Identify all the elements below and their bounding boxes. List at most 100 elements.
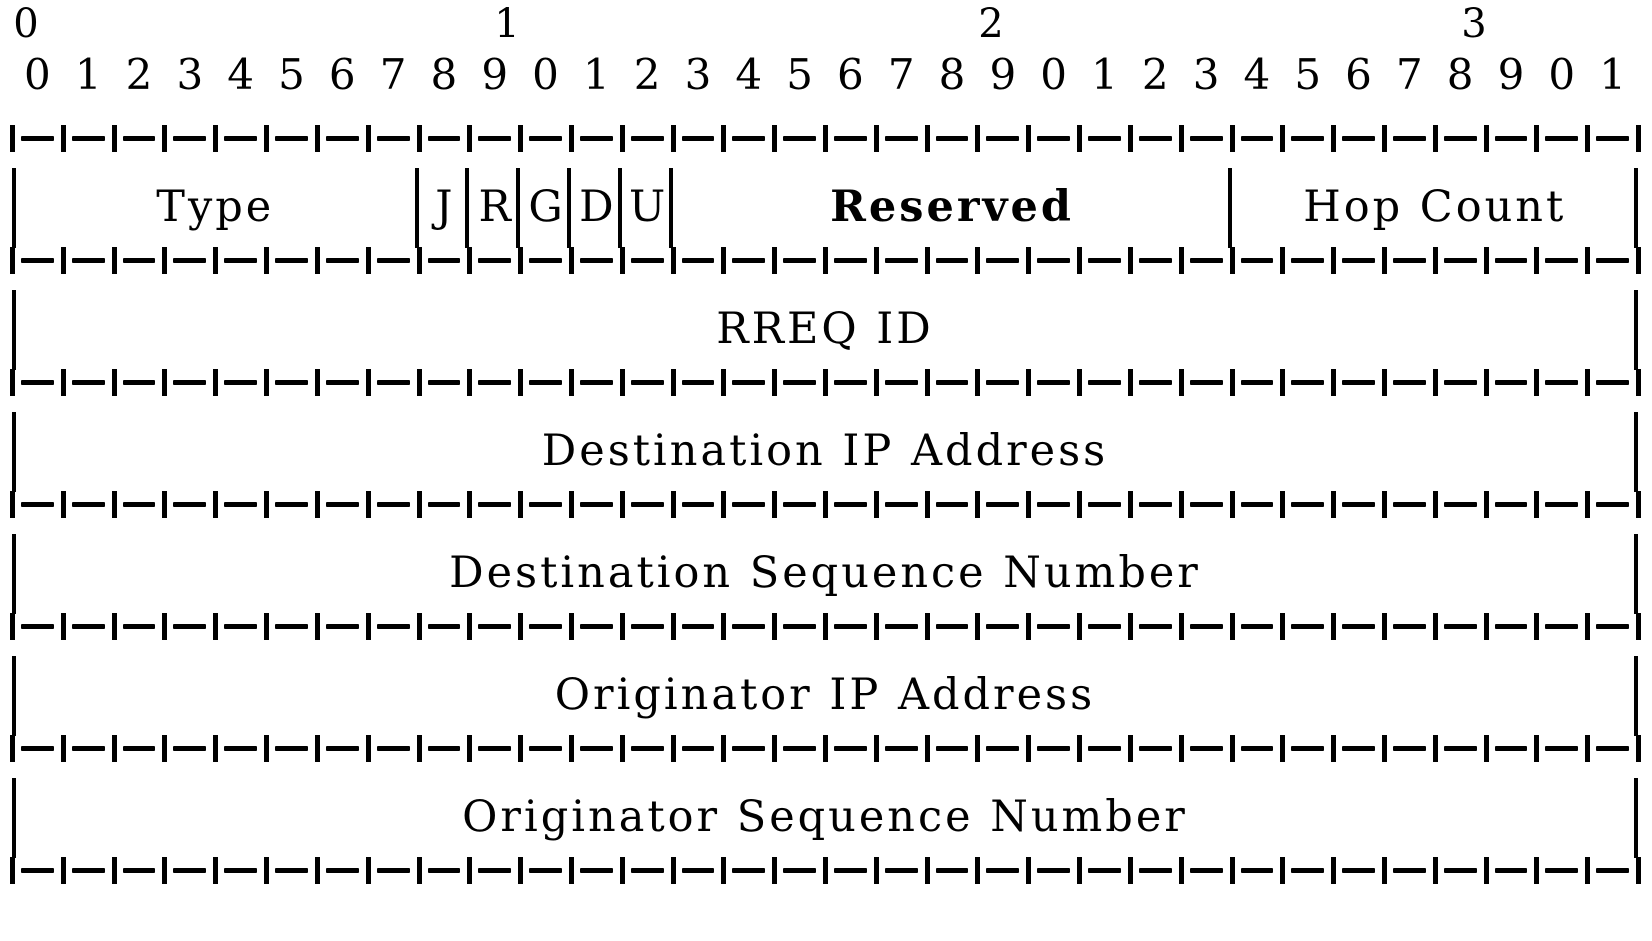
bit-number-14: 4 [735, 50, 763, 99]
plus-glyph [264, 125, 270, 152]
dash-glyph [325, 258, 359, 263]
plus-glyph [60, 125, 66, 152]
bit-number-2: 2 [125, 50, 153, 99]
dash-glyph [1392, 258, 1426, 263]
plus-glyph [518, 125, 524, 152]
dash-glyph [224, 258, 258, 263]
dash-glyph [173, 136, 207, 141]
dash-glyph [783, 868, 816, 873]
field-label-originator-sequence-number: Originator Sequence Number [462, 792, 1188, 842]
bit-number-26: 6 [1345, 50, 1372, 99]
dash-glyph [579, 624, 613, 629]
dash-glyph [1240, 136, 1274, 141]
dash-glyph [275, 136, 308, 141]
dash-glyph [173, 868, 207, 873]
dash-glyph [630, 746, 664, 751]
dash-glyph [325, 380, 359, 385]
dash-glyph [986, 380, 1020, 385]
dash-glyph [1291, 136, 1325, 141]
dash-glyph [71, 502, 105, 507]
dash-glyph [1392, 746, 1426, 751]
dash-glyph [630, 136, 664, 141]
dash-glyph [376, 136, 410, 141]
plus-glyph [924, 125, 930, 152]
dash-glyph [732, 136, 766, 141]
plus-glyph [568, 125, 574, 152]
dash-glyph [529, 380, 562, 385]
plus-glyph [365, 125, 371, 152]
dash-glyph [173, 624, 207, 629]
dash-glyph [1494, 258, 1528, 263]
plus-glyph [1585, 125, 1591, 152]
dash-glyph [884, 868, 918, 873]
plus-glyph [416, 125, 422, 152]
bit-number-4: 4 [227, 50, 255, 99]
dash-glyph [579, 380, 613, 385]
dash-glyph [1443, 624, 1477, 629]
dash-glyph [275, 624, 308, 629]
dash-glyph [21, 502, 54, 507]
plus-glyph [1534, 125, 1540, 152]
dash-glyph [1189, 380, 1223, 385]
dash-glyph [681, 624, 715, 629]
dash-glyph [1545, 136, 1579, 141]
dash-glyph [986, 258, 1020, 263]
dash-glyph [1494, 746, 1528, 751]
word-number-scale: 0 1 2 3 [0, 4, 1652, 48]
field-row-2: Destination IP Address [12, 404, 1638, 500]
bit-number-10: 0 [532, 50, 559, 99]
dash-glyph [1443, 746, 1477, 751]
dash-glyph [21, 746, 54, 751]
dash-glyph [122, 258, 156, 263]
dash-glyph [1037, 380, 1071, 385]
dash-glyph [1037, 746, 1071, 751]
field-boundary-bar [1634, 778, 1638, 858]
dash-glyph [986, 624, 1020, 629]
field-row-3: Destination Sequence Number [12, 526, 1638, 622]
field-boundary-bar [1634, 534, 1638, 614]
field-label-destination-sequence-number: Destination Sequence Number [449, 548, 1201, 598]
dash-glyph [1088, 502, 1121, 507]
dash-glyph [1088, 624, 1121, 629]
plus-glyph [772, 125, 778, 152]
dash-glyph [1342, 746, 1375, 751]
field-boundary-bar [1634, 168, 1638, 248]
dash-glyph [935, 624, 969, 629]
field-label-j: J [435, 182, 453, 232]
dash-glyph [173, 380, 207, 385]
dash-glyph [834, 502, 867, 507]
dash-glyph [1443, 380, 1477, 385]
plus-glyph [111, 125, 117, 152]
bit-number-27: 7 [1395, 50, 1423, 99]
dash-glyph [1392, 380, 1426, 385]
bit-number-3: 3 [176, 50, 204, 99]
dash-glyph [1342, 380, 1375, 385]
dash-glyph [224, 380, 258, 385]
field-boundary-bar [414, 168, 419, 248]
field-boundary-bar [1634, 656, 1638, 736]
word-number-1: 1 [494, 1, 520, 47]
dash-glyph [579, 746, 613, 751]
dash-glyph [122, 136, 156, 141]
dash-glyph [71, 258, 105, 263]
dash-glyph [71, 624, 105, 629]
dash-glyph [1138, 746, 1172, 751]
dash-glyph [579, 868, 613, 873]
dash-glyph [732, 502, 766, 507]
dash-glyph [529, 258, 562, 263]
bit-number-29: 9 [1497, 50, 1525, 99]
dash-glyph [71, 380, 105, 385]
dash-glyph [122, 868, 156, 873]
field-boundary-bar [516, 168, 521, 248]
dash-glyph [427, 136, 461, 141]
dash-glyph [478, 502, 512, 507]
dash-glyph [986, 746, 1020, 751]
dash-glyph [275, 380, 308, 385]
dash-glyph [1189, 624, 1223, 629]
plus-glyph [1636, 125, 1641, 152]
plus-glyph [873, 125, 879, 152]
dash-glyph [529, 868, 562, 873]
dash-glyph [1088, 258, 1121, 263]
dash-glyph [275, 258, 308, 263]
dash-glyph [376, 746, 410, 751]
